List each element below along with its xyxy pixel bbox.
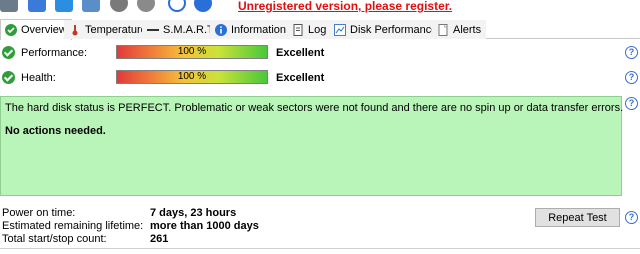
tab-alerts[interactable]: Alerts [432,20,487,39]
help-icon[interactable] [168,0,186,12]
tab-log[interactable]: Log [287,20,332,39]
info-icon [215,24,227,36]
tab-information[interactable]: Information [210,20,292,39]
tab-disk-performance[interactable]: Disk Performance [329,20,443,39]
repeat-help-icon[interactable]: ? [625,211,638,224]
status-box: The hard disk status is PERFECT. Problem… [0,96,624,196]
document-list-icon[interactable] [28,0,46,12]
performance-value: 100 % [177,46,207,57]
health-help-icon[interactable]: ? [625,71,638,84]
tab-label: Alerts [453,24,482,36]
tab-label: Overview [21,24,67,36]
toolbar: Unregistered version, please register. [0,0,640,16]
startstop-label: Total start/stop count: [2,233,107,245]
gear-icon[interactable] [110,0,128,12]
performance-help-icon[interactable]: ? [625,46,638,59]
performance-ok-icon [2,46,15,59]
tab-label: Information [231,24,287,36]
health-rating: Excellent [276,72,325,84]
performance-bar: 100 % [116,45,268,59]
performance-rating: Excellent [276,47,325,59]
tab-label: Disk Performance [350,24,438,36]
remaining-lifetime-label: Estimated remaining lifetime: [2,220,144,232]
tab-label: Temperature [85,24,147,36]
performance-label: Performance: [21,47,88,59]
tab-label: Log [308,24,327,36]
about-icon[interactable] [194,0,212,12]
tab-bar: Overview Temperature S.M.A.R.T. Informat… [0,19,640,40]
status-help-icon[interactable]: ? [625,97,638,110]
overview-icon [5,24,17,36]
health-ok-icon [2,71,15,84]
health-label: Health: [21,72,56,84]
power-on-label: Power on time: [2,207,76,219]
power-on-value: 7 days, 23 hours [150,207,237,219]
tab-label: S.M.A.R.T. [163,24,216,36]
tab-temperature[interactable]: Temperature [64,20,152,39]
status-action: No actions needed. [5,125,106,137]
document-icon [292,24,304,36]
tab-smart[interactable]: S.M.A.R.T. [142,20,221,39]
remaining-lifetime-value: more than 1000 days [150,220,259,232]
status-text: The hard disk status is PERFECT. Problem… [5,102,624,114]
settings-icon[interactable] [137,0,155,12]
smart-dash-icon [147,24,159,36]
thermometer-icon [69,24,81,36]
alerts-icon [437,24,449,36]
repeat-test-button[interactable]: Repeat Test [535,208,620,227]
divider [0,248,640,249]
startstop-value: 261 [150,233,169,245]
mail-icon[interactable] [55,0,73,12]
health-value: 100 % [177,71,207,82]
tab-overview[interactable]: Overview [0,19,72,40]
chart-icon [334,24,346,36]
network-icon[interactable] [82,0,100,12]
unregistered-link[interactable]: Unregistered version, please register. [238,0,452,13]
disk-icon[interactable] [0,0,18,12]
health-bar: 100 % [116,70,268,84]
